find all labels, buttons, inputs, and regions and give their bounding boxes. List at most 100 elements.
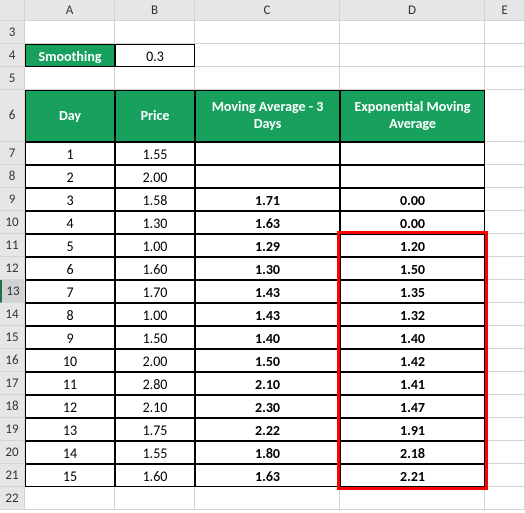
smoothing-value[interactable]: 0.3 xyxy=(115,44,195,67)
cell-ma-20[interactable]: 1.80 xyxy=(195,441,340,464)
cell-e20[interactable] xyxy=(485,441,525,464)
cell-price-9[interactable]: 1.58 xyxy=(115,188,195,211)
row-header-5[interactable]: 5 xyxy=(0,67,25,90)
smoothing-label[interactable]: Smoothing xyxy=(25,44,115,67)
cell-d3[interactable] xyxy=(340,21,485,44)
row-header-18[interactable]: 18 xyxy=(0,395,25,418)
cell-ma-10[interactable]: 1.63 xyxy=(195,211,340,234)
cell-e4[interactable] xyxy=(485,44,525,67)
cell-ma-13[interactable]: 1.43 xyxy=(195,280,340,303)
row-header-21[interactable]: 21 xyxy=(0,464,25,487)
cell-day-7[interactable]: 1 xyxy=(25,142,115,165)
cell-e21[interactable] xyxy=(485,464,525,487)
cell-c22[interactable] xyxy=(195,487,340,510)
cell-e12[interactable] xyxy=(485,257,525,280)
cell-ema-21[interactable]: 2.21 xyxy=(340,464,485,487)
cell-d4[interactable] xyxy=(340,44,485,67)
cell-price-16[interactable]: 2.00 xyxy=(115,349,195,372)
cell-day-16[interactable]: 10 xyxy=(25,349,115,372)
header-ma[interactable]: Moving Average - 3 Days xyxy=(195,90,340,142)
cell-ema-10[interactable]: 0.00 xyxy=(340,211,485,234)
row-header-14[interactable]: 14 xyxy=(0,303,25,326)
cell-ema-9[interactable]: 0.00 xyxy=(340,188,485,211)
cell-ma-17[interactable]: 2.10 xyxy=(195,372,340,395)
cell-ema-19[interactable]: 1.91 xyxy=(340,418,485,441)
cell-e15[interactable] xyxy=(485,326,525,349)
header-price[interactable]: Price xyxy=(115,90,195,142)
cell-e19[interactable] xyxy=(485,418,525,441)
row-header-15[interactable]: 15 xyxy=(0,326,25,349)
cell-price-15[interactable]: 1.50 xyxy=(115,326,195,349)
cell-b22[interactable] xyxy=(115,487,195,510)
cell-day-21[interactable]: 15 xyxy=(25,464,115,487)
cell-ema-20[interactable]: 2.18 xyxy=(340,441,485,464)
col-header-c[interactable]: C xyxy=(195,0,340,21)
row-header-9[interactable]: 9 xyxy=(0,188,25,211)
cell-e9[interactable] xyxy=(485,188,525,211)
cell-price-17[interactable]: 2.80 xyxy=(115,372,195,395)
cell-b5[interactable] xyxy=(115,67,195,90)
row-header-13[interactable]: 13 xyxy=(0,280,25,303)
row-header-16[interactable]: 16 xyxy=(0,349,25,372)
cell-day-13[interactable]: 7 xyxy=(25,280,115,303)
cell-e11[interactable] xyxy=(485,234,525,257)
cell-ma-14[interactable]: 1.43 xyxy=(195,303,340,326)
cell-ma-18[interactable]: 2.30 xyxy=(195,395,340,418)
cell-ema-14[interactable]: 1.32 xyxy=(340,303,485,326)
cell-day-14[interactable]: 8 xyxy=(25,303,115,326)
row-header-17[interactable]: 17 xyxy=(0,372,25,395)
cell-e3[interactable] xyxy=(485,21,525,44)
row-header-10[interactable]: 10 xyxy=(0,211,25,234)
cell-ma-19[interactable]: 2.22 xyxy=(195,418,340,441)
cell-e6[interactable] xyxy=(485,90,525,142)
cell-d5[interactable] xyxy=(340,67,485,90)
cell-day-10[interactable]: 4 xyxy=(25,211,115,234)
cell-e14[interactable] xyxy=(485,303,525,326)
row-header-22[interactable]: 22 xyxy=(0,487,25,510)
cell-day-18[interactable]: 12 xyxy=(25,395,115,418)
row-header-6[interactable]: 6 xyxy=(0,90,25,142)
cell-day-20[interactable]: 14 xyxy=(25,441,115,464)
cell-ema-16[interactable]: 1.42 xyxy=(340,349,485,372)
cell-e18[interactable] xyxy=(485,395,525,418)
row-header-3[interactable]: 3 xyxy=(0,21,25,44)
cell-a3[interactable] xyxy=(25,21,115,44)
cell-ema-17[interactable]: 1.41 xyxy=(340,372,485,395)
cell-price-13[interactable]: 1.70 xyxy=(115,280,195,303)
cell-price-18[interactable]: 2.10 xyxy=(115,395,195,418)
cell-ema-15[interactable]: 1.40 xyxy=(340,326,485,349)
cell-price-14[interactable]: 1.00 xyxy=(115,303,195,326)
cell-price-19[interactable]: 1.75 xyxy=(115,418,195,441)
row-header-12[interactable]: 12 xyxy=(0,257,25,280)
cell-price-12[interactable]: 1.60 xyxy=(115,257,195,280)
cell-day-19[interactable]: 13 xyxy=(25,418,115,441)
cell-day-11[interactable]: 5 xyxy=(25,234,115,257)
cell-price-20[interactable]: 1.55 xyxy=(115,441,195,464)
col-header-a[interactable]: A xyxy=(25,0,115,21)
cell-ema-7[interactable] xyxy=(340,142,485,165)
cell-e13[interactable] xyxy=(485,280,525,303)
cell-e17[interactable] xyxy=(485,372,525,395)
cell-ma-21[interactable]: 1.63 xyxy=(195,464,340,487)
cell-price-11[interactable]: 1.00 xyxy=(115,234,195,257)
header-ema[interactable]: Exponential Moving Average xyxy=(340,90,485,142)
col-header-d[interactable]: D xyxy=(340,0,485,21)
cell-e22[interactable] xyxy=(485,487,525,510)
cell-ma-16[interactable]: 1.50 xyxy=(195,349,340,372)
col-header-e[interactable]: E xyxy=(485,0,525,21)
cell-e8[interactable] xyxy=(485,165,525,188)
cell-price-7[interactable]: 1.55 xyxy=(115,142,195,165)
cell-c3[interactable] xyxy=(195,21,340,44)
spreadsheet-grid[interactable]: A B C D E 3 4 Smoothing 0.3 5 6 Day Pric… xyxy=(0,0,525,510)
row-header-8[interactable]: 8 xyxy=(0,165,25,188)
cell-a22[interactable] xyxy=(25,487,115,510)
cell-ma-11[interactable]: 1.29 xyxy=(195,234,340,257)
cell-ema-18[interactable]: 1.47 xyxy=(340,395,485,418)
cell-ema-12[interactable]: 1.50 xyxy=(340,257,485,280)
cell-ma-15[interactable]: 1.40 xyxy=(195,326,340,349)
cell-ma-12[interactable]: 1.30 xyxy=(195,257,340,280)
cell-ma-7[interactable] xyxy=(195,142,340,165)
corner-cell[interactable] xyxy=(0,0,25,21)
row-header-4[interactable]: 4 xyxy=(0,44,25,67)
cell-b3[interactable] xyxy=(115,21,195,44)
